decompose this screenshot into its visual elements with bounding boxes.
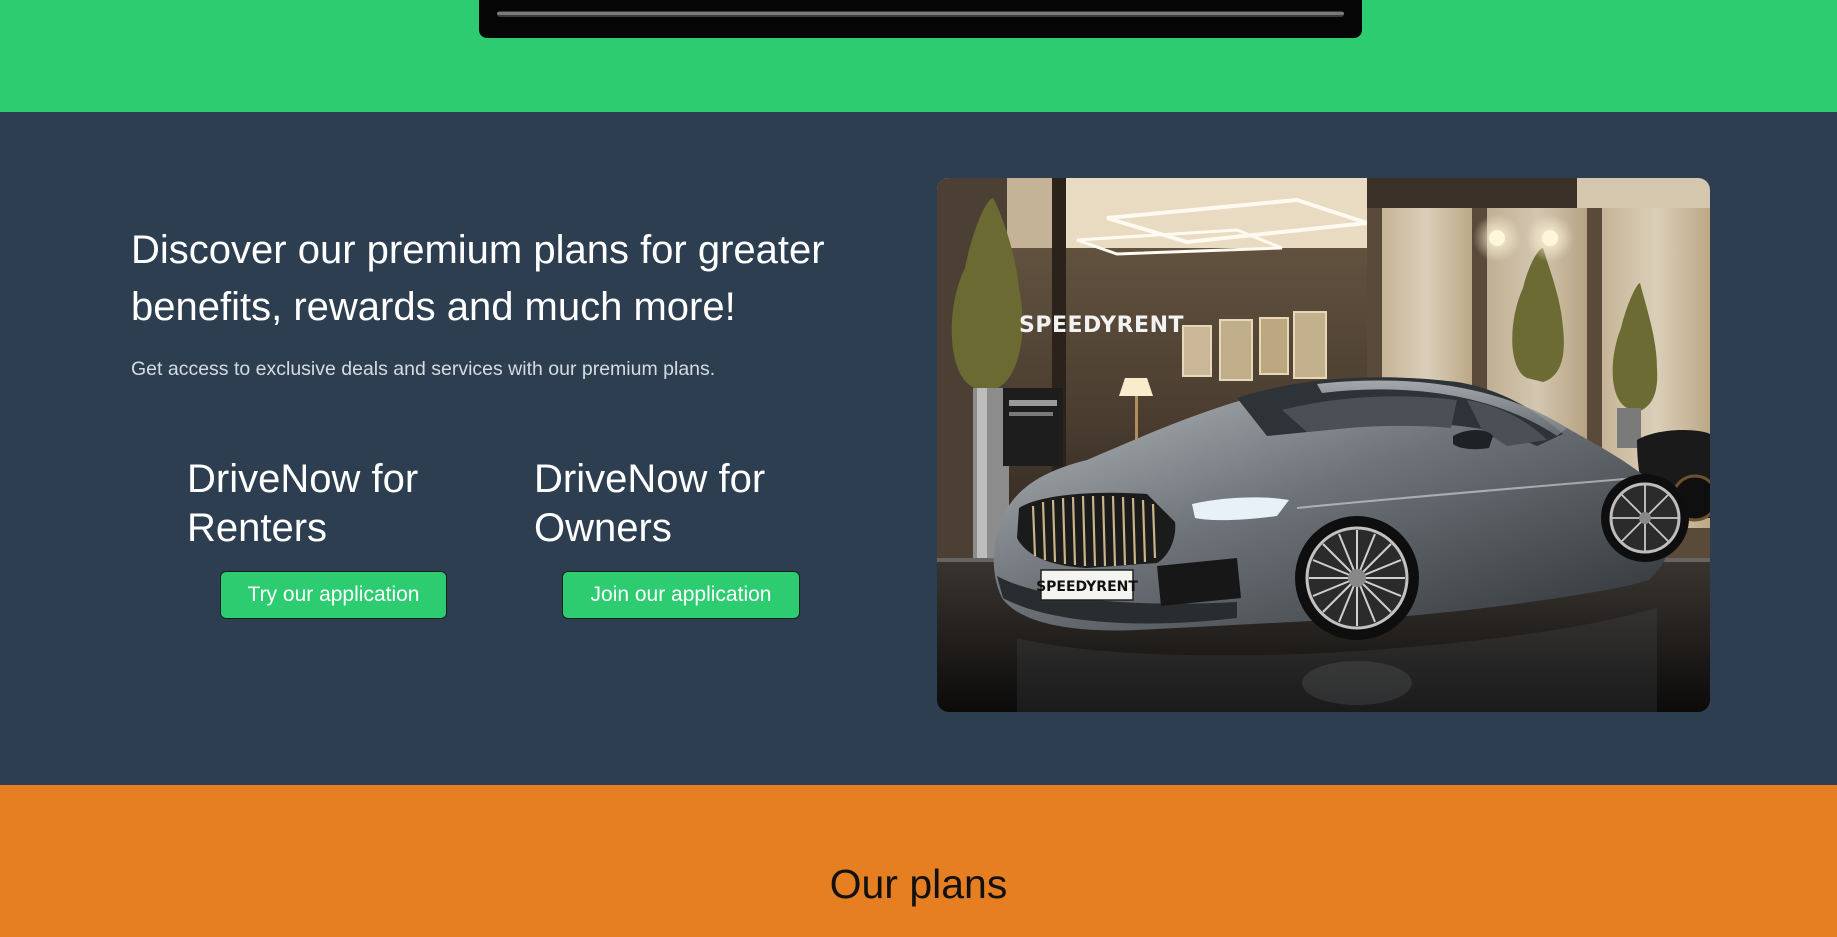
plan-title-owners: DriveNow for Owners	[534, 457, 766, 550]
license-plate: SPEEDYRENT	[1036, 579, 1138, 595]
car-showroom-image: SPEEDYRENT SPEEDYRENT	[937, 178, 1710, 712]
plans-section-title: Our plans	[829, 861, 1008, 907]
plan-card-renters: DriveNow for Renters	[187, 455, 487, 553]
join-application-button[interactable]: Join our application	[562, 571, 800, 619]
our-plans-section: Our plans	[0, 785, 1837, 937]
plan-title-renters: DriveNow for Renters	[187, 457, 419, 550]
try-application-button[interactable]: Try our application	[220, 571, 447, 619]
embedded-frame	[479, 0, 1362, 38]
hero-title: Discover our premium plans for greater b…	[131, 228, 825, 329]
premium-plans-hero: Discover our premium plans for greater b…	[0, 112, 1837, 785]
car-showroom-illustration: SPEEDYRENT SPEEDYRENT	[937, 178, 1710, 712]
scrollbar-thumb[interactable]	[497, 12, 1344, 15]
top-band	[0, 0, 1837, 112]
horizontal-scrollbar[interactable]	[497, 11, 1344, 17]
plan-card-owners: DriveNow for Owners	[534, 455, 834, 553]
hero-subtitle: Get access to exclusive deals and servic…	[131, 358, 716, 380]
showroom-sign: SPEEDYRENT	[1019, 313, 1184, 338]
